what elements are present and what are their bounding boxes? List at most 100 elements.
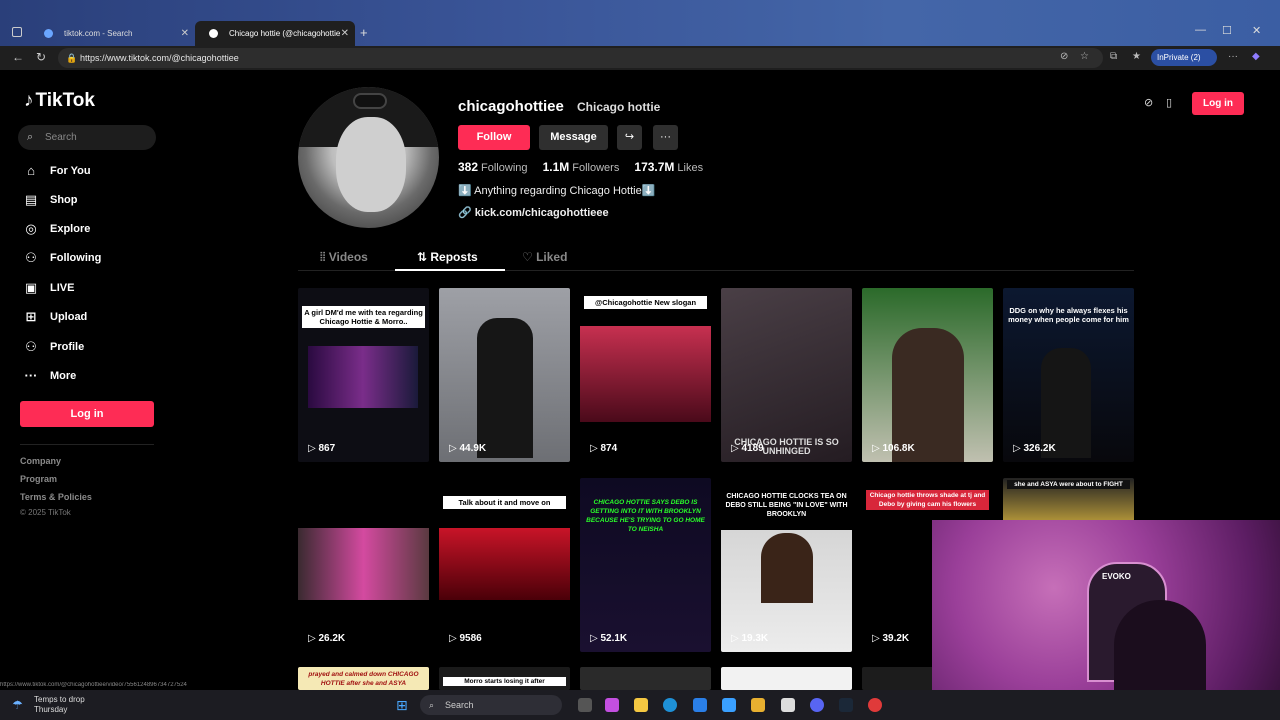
tab-liked[interactable]: ♡ Liked xyxy=(522,250,567,264)
view-count: ▷ 874 xyxy=(590,443,618,454)
video-card[interactable]: CHICAGO HOTTIE IS SO UNHINGED ▷ 4189 xyxy=(721,288,852,462)
sidebar-login-button[interactable]: Log in xyxy=(20,401,154,427)
videos-icon: ⦙⦙ xyxy=(320,250,329,264)
video-card[interactable] xyxy=(580,667,711,690)
back-icon[interactable]: ← xyxy=(12,50,24,64)
app-icon[interactable] xyxy=(868,698,882,712)
minimize-button[interactable]: — xyxy=(1195,24,1206,36)
lock-icon: 🔒 xyxy=(66,53,78,63)
more-options-icon[interactable]: ··· xyxy=(653,125,678,150)
url-field[interactable]: 🔒 https://www.tiktok.com/@chicagohottiee xyxy=(58,48,1103,68)
tab-actions-icon[interactable] xyxy=(12,27,22,37)
favorites-icon[interactable]: ★ xyxy=(1132,51,1141,62)
view-count-value: 4189 xyxy=(741,443,764,454)
tab-label: Reposts xyxy=(430,250,478,264)
favorite-star-icon[interactable]: ☆ xyxy=(1080,51,1089,62)
following-count: 382 xyxy=(458,160,479,174)
settings-more-icon[interactable]: ··· xyxy=(1228,51,1238,62)
windows-start-icon[interactable]: ⊞ xyxy=(396,697,408,714)
view-count-value: 26.2K xyxy=(318,633,346,644)
sidebar-item-for-you[interactable]: ⌂ For You xyxy=(22,161,162,181)
sidebar-item-following[interactable]: ⚇ Following xyxy=(22,248,162,268)
sidebar-item-label: Following xyxy=(50,252,102,264)
video-card[interactable]: ▷ 26.2K xyxy=(298,478,429,652)
video-card[interactable]: CHICAGO HOTTIE SAYS DEBO IS GETTING INTO… xyxy=(580,478,711,652)
refresh-icon[interactable]: ↻ xyxy=(36,50,46,64)
message-button[interactable]: Message xyxy=(539,125,608,150)
tracking-icon[interactable]: ⊘ xyxy=(1060,51,1068,62)
video-card[interactable]: she and ASYA were about to FIGHT xyxy=(1003,478,1134,524)
file-explorer-icon[interactable] xyxy=(634,698,648,712)
new-tab-button[interactable]: + xyxy=(360,25,368,40)
view-count-value: 44.9K xyxy=(459,443,487,454)
close-window-button[interactable]: ✕ xyxy=(1252,24,1261,37)
view-count-value: 19.3K xyxy=(741,633,769,644)
chair-brand: EVOKO xyxy=(1102,572,1131,581)
sidebar-item-profile[interactable]: ⚇ Profile xyxy=(22,337,162,357)
video-card[interactable]: ▷ 106.8K xyxy=(862,288,993,462)
view-count: ▷ 19.3K xyxy=(731,633,769,644)
video-card[interactable] xyxy=(721,667,852,690)
sidebar-item-shop[interactable]: ▤ Shop xyxy=(22,190,162,210)
footer-link-program[interactable]: Program xyxy=(20,474,57,484)
video-card[interactable]: Talk about it and move on ▷ 9586 xyxy=(439,478,570,652)
footer-link-terms[interactable]: Terms & Policies xyxy=(20,492,92,502)
tiktok-logo[interactable]: ♪ TikTok xyxy=(24,90,95,112)
video-caption: CHICAGO HOTTIE SAYS DEBO IS GETTING INTO… xyxy=(586,499,705,533)
video-caption: she and ASYA were about to FIGHT xyxy=(1007,480,1130,489)
tab-close-icon[interactable]: ✕ xyxy=(341,21,349,46)
view-count-value: 867 xyxy=(318,443,336,454)
messenger-icon[interactable] xyxy=(693,698,707,712)
task-view-icon[interactable] xyxy=(578,698,592,712)
video-card[interactable]: Morro starts losing it after xyxy=(439,667,570,690)
inprivate-badge[interactable]: InPrivate (2) xyxy=(1151,49,1217,66)
tab-title: Chicago hottie (@chicagohottie xyxy=(229,29,341,38)
search-icon: ⌕ xyxy=(429,700,435,710)
search-input[interactable]: ⌕ Search xyxy=(18,125,156,150)
browser-tab-active[interactable]: Chicago hottie (@chicagohottie ✕ xyxy=(195,21,355,46)
header-login-button[interactable]: Log in xyxy=(1192,92,1244,115)
video-card[interactable]: CHICAGO HOTTIE CLOCKS TEA ON DEBO STILL … xyxy=(721,478,852,652)
share-icon[interactable]: ↪ xyxy=(617,125,642,150)
profile-link[interactable]: 🔗 kick.com/chicagohottieee xyxy=(458,206,609,219)
extensions-icon[interactable]: ⧉ xyxy=(1110,51,1117,62)
store-icon[interactable] xyxy=(722,698,736,712)
steam-icon[interactable] xyxy=(839,698,853,712)
maximize-button[interactable]: ☐ xyxy=(1222,24,1232,37)
copilot-app-icon[interactable] xyxy=(605,698,619,712)
footer-link-company[interactable]: Company xyxy=(20,456,61,466)
address-bar-row: ← ↻ 🔒 https://www.tiktok.com/@chicagohot… xyxy=(0,46,1280,70)
video-card[interactable]: @Chicagohottie New slogan ▷ 874 xyxy=(580,288,711,462)
sidebar-item-more[interactable]: ··· More xyxy=(22,366,162,386)
tab-close-icon[interactable]: ✕ xyxy=(181,21,189,46)
capcut-icon[interactable] xyxy=(781,698,795,712)
search-favicon-icon xyxy=(44,29,53,38)
weather-widget[interactable]: Temps to drop Thursday xyxy=(34,695,85,715)
video-card[interactable]: prayed and calmed down CHICAGO HOTTIE af… xyxy=(298,667,429,690)
taskbar-search[interactable]: ⌕ Search xyxy=(420,695,562,715)
tiktok-favicon-icon xyxy=(209,29,218,38)
edge-icon[interactable] xyxy=(663,698,677,712)
sidebar-item-explore[interactable]: ◎ Explore xyxy=(22,219,162,239)
creator-tools-icon[interactable]: ⊘ xyxy=(1144,96,1153,109)
copilot-icon[interactable]: ◆ xyxy=(1252,51,1260,62)
sidebar-item-live[interactable]: ▣ LIVE xyxy=(22,278,162,298)
app-icon[interactable] xyxy=(751,698,765,712)
tab-videos[interactable]: ⦙⦙ Videos xyxy=(320,250,368,265)
discord-icon[interactable] xyxy=(810,698,824,712)
follow-button[interactable]: Follow xyxy=(458,125,530,150)
browser-tab[interactable]: tiktok.com - Search ✕ xyxy=(30,21,195,46)
get-app-icon[interactable]: ▯ xyxy=(1166,96,1172,109)
upload-icon: ⊞ xyxy=(25,309,37,324)
weather-icon[interactable]: ☂ xyxy=(12,698,23,712)
video-card[interactable]: DDG on why he always flexes his money wh… xyxy=(1003,288,1134,462)
sidebar-item-upload[interactable]: ⊞ Upload xyxy=(22,307,162,327)
view-count-value: 326.2K xyxy=(1023,443,1056,454)
tab-reposts[interactable]: ⇅ Reposts xyxy=(417,250,478,264)
search-icon: ⌕ xyxy=(27,131,34,143)
view-count-value: 106.8K xyxy=(882,443,915,454)
view-count-value: 52.1K xyxy=(600,633,628,644)
video-card[interactable]: ▷ 44.9K xyxy=(439,288,570,462)
video-card[interactable]: A girl DM'd me with tea regarding Chicag… xyxy=(298,288,429,462)
view-count-value: 9586 xyxy=(459,633,482,644)
